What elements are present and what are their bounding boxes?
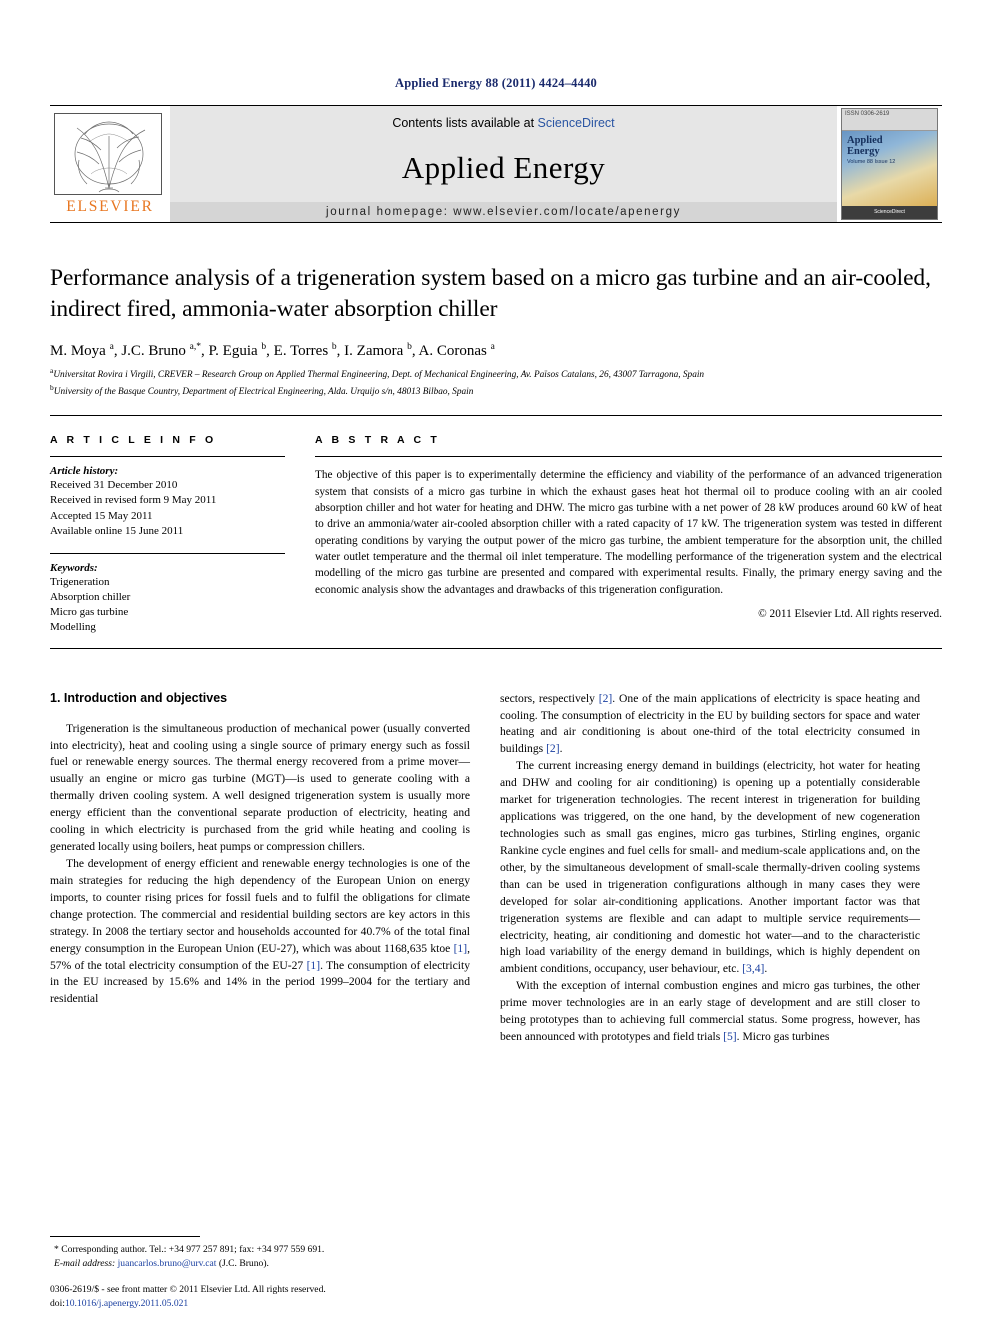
issn-doi-block: 0306-2619/$ - see front matter © 2011 El… [50,1283,490,1311]
affiliation-b: bUniversity of the Basque Country, Depar… [50,382,474,397]
email-link[interactable]: juancarlos.bruno@urv.cat [118,1258,217,1269]
article-history-label: Article history: [50,465,119,478]
section-heading: 1. Introduction and objectives [50,690,228,705]
article-info-heading: A R T I C L E I N F O [50,434,217,447]
cover-subtitle: Volume 88 Issue 12 [847,159,896,165]
journal-cover-area: ISSN 0306-2619 Applied Energy Volume 88 … [837,106,942,222]
journal-cover-image: ISSN 0306-2619 Applied Energy Volume 88 … [841,108,938,220]
paragraph: The development of energy efficient and … [50,856,470,1006]
elsevier-tree-icon [54,112,162,195]
article-info-column: A R T I C L E I N F O Article history: R… [50,434,285,635]
body-columns: 1. Introduction and objectives Trigenera… [50,691,942,1046]
abstract-bottom-divider [50,647,942,649]
contents-available-line: Contents lists available at ScienceDirec… [392,116,614,130]
paragraph: The current increasing energy demand in … [500,759,920,976]
keyword-item: Absorption chiller [50,591,131,604]
journal-homepage[interactable]: journal homepage: www.elsevier.com/locat… [170,202,837,222]
keyword-item: Modelling [50,621,96,634]
abstract-text: The objective of this paper is to experi… [315,469,942,596]
info-abstract-section: A R T I C L E I N F O Article history: R… [50,434,942,635]
cover-issn: ISSN 0306-2619 [842,109,937,131]
article-info-rule [50,456,285,458]
title-block: Performance analysis of a trigeneration … [50,263,942,399]
running-head: Applied Energy 88 (2011) 4424–4440 [395,76,597,90]
paragraph: With the exception of internal combustio… [500,979,920,1044]
abstract-rule [315,456,942,458]
body-column-left: 1. Introduction and objectives Trigenera… [50,691,470,1046]
contents-prefix: Contents lists available at [392,116,538,130]
history-item: Received 31 December 2010 [50,479,178,492]
issn-line: 0306-2619/$ - see front matter © 2011 El… [50,1284,326,1296]
history-item: Accepted 15 May 2011 [50,509,153,522]
cover-footer: ScienceDirect [842,206,937,219]
history-item: Received in revised form 9 May 2011 [50,494,217,507]
footnote-divider [50,1236,200,1238]
keyword-item: Micro gas turbine [50,606,129,619]
header-divider [50,415,942,417]
doi-line: doi:10.1016/j.apenergy.2011.05.021 [50,1297,490,1311]
banner-center: Contents lists available at ScienceDirec… [170,106,837,222]
cover-title: Applied Energy [847,135,932,157]
cover-title-line2: Energy [847,146,880,158]
publisher-logo-area: ELSEVIER [50,106,170,222]
journal-title: Applied Energy [401,150,606,185]
keyword-item: Trigeneration [50,575,110,588]
elsevier-wordmark: ELSEVIER [66,197,154,215]
footnote-area: * Corresponding author. Tel.: +34 977 25… [50,1236,470,1271]
doi-link[interactable]: 10.1016/j.apenergy.2011.05.021 [65,1298,188,1309]
paragraph: sectors, respectively [2]. One of the ma… [500,691,920,756]
cover-title-line1: Applied [847,135,883,146]
author-list: M. Moya a, J.C. Bruno a,*, P. Eguia b, E… [50,342,495,360]
keywords-rule [50,552,285,554]
body-column-right: sectors, respectively [2]. One of the ma… [500,691,920,1046]
email-note: E-mail address: juancarlos.bruno@urv.cat… [50,1257,470,1271]
keywords-label: Keywords: [50,561,98,574]
email-label: E-mail address: [54,1258,116,1270]
sciencedirect-link[interactable]: ScienceDirect [538,116,615,130]
page-title: Performance analysis of a trigeneration … [50,265,931,322]
abstract-heading: A B S T R A C T [315,434,440,447]
paper-page: Applied Energy 88 (2011) 4424–4440 ELSEV… [0,0,992,1323]
affiliation-a: aUniversitat Rovira i Virgili, CREVER – … [50,366,705,381]
abstract-column: A B S T R A C T The objective of this pa… [315,434,942,635]
history-item: Available online 15 June 2011 [50,524,184,537]
doi-label: doi: [50,1298,65,1310]
email-suffix: (J.C. Bruno). [218,1258,269,1270]
abstract-copyright: © 2011 Elsevier Ltd. All rights reserved… [758,608,942,621]
corresponding-author-note: * Corresponding author. Tel.: +34 977 25… [54,1244,325,1256]
journal-banner: ELSEVIER Contents lists available at Sci… [50,105,942,223]
paragraph: Trigeneration is the simultaneous produc… [50,721,470,854]
